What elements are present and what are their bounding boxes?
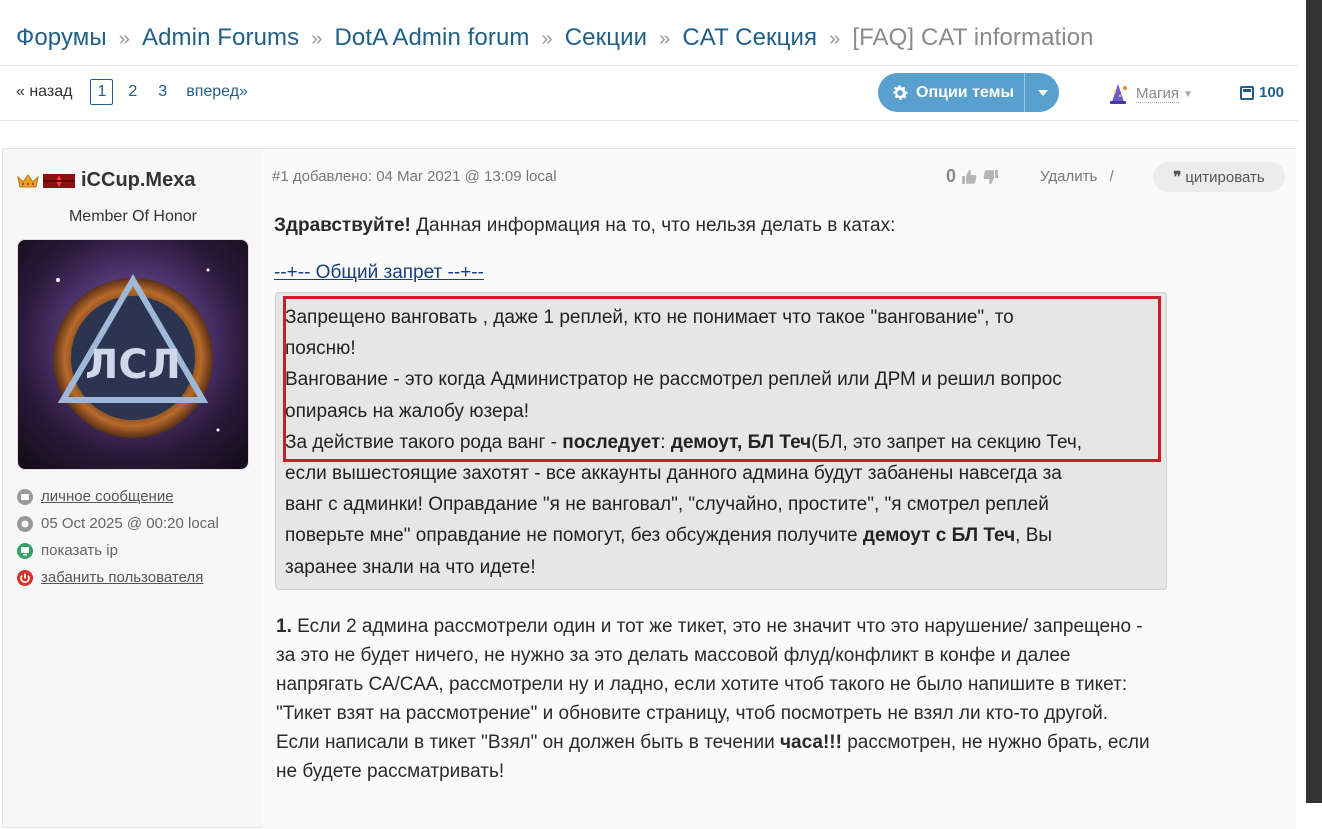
last-seen-text: 05 Oct 2025 @ 00:20 local	[41, 515, 219, 532]
crown-icon	[17, 173, 39, 187]
last-seen-row: 05 Oct 2025 @ 00:20 local	[17, 510, 219, 537]
breadcrumb-item-sections[interactable]: Секции	[565, 24, 647, 51]
message-icon	[17, 488, 33, 505]
pager-forward-link[interactable]: вперед»	[186, 83, 248, 101]
rating-value: 0	[946, 166, 957, 186]
post-meta: #1 добавлено: 04 Mar 2021 @ 13:09 local	[272, 168, 557, 185]
pager-page-1[interactable]: 1	[90, 79, 114, 105]
clan-badge-icon	[43, 173, 75, 188]
window-edge	[1306, 0, 1322, 803]
breadcrumb-separator: »	[829, 28, 841, 50]
highlight-rectangle	[283, 296, 1161, 462]
breadcrumb-separator: »	[311, 28, 323, 50]
text-line: если вышестоящие захотят - все аккаунты …	[285, 463, 1062, 485]
quote-button[interactable]: ❞ цитировать	[1153, 162, 1285, 192]
thumbs-down-icon[interactable]	[982, 168, 1000, 186]
user-info: личное сообщение 05 Oct 2025 @ 00:20 loc…	[17, 483, 219, 591]
pager-page-2[interactable]: 2	[122, 80, 143, 104]
svg-text:ЛСЛ: ЛСЛ	[85, 342, 181, 388]
breadcrumb-separator: »	[541, 28, 553, 50]
avatar-image: ЛСЛ	[18, 240, 248, 469]
show-ip-link[interactable]: показать ip	[41, 542, 118, 559]
clock-icon	[17, 515, 33, 532]
button-divider	[1024, 73, 1025, 112]
spoiler-title-link[interactable]: --+-- Общий запрет --+--	[274, 262, 484, 284]
gear-icon	[893, 84, 908, 100]
greeting-text: Данная информация на то, что нельзя дела…	[410, 215, 896, 236]
pagination: « назад 1 2 3 вперед»	[16, 79, 248, 105]
magic-label: Магия	[1136, 85, 1179, 103]
rule-number: 1.	[276, 616, 292, 637]
delete-link[interactable]: Удалить	[1040, 168, 1097, 185]
breadcrumb-item-dota-admin[interactable]: DotA Admin forum	[334, 24, 529, 51]
bold-text: демоут с БЛ Теч	[862, 525, 1016, 547]
post-greeting: Здравствуйте! Данная информация на то, ч…	[274, 210, 895, 241]
text-line: заранее знали на что идете!	[285, 556, 536, 578]
wizard-icon	[1110, 84, 1127, 104]
breadcrumb-item-admin-forums[interactable]: Admin Forums	[142, 24, 299, 51]
topic-options-button[interactable]: Опции темы	[878, 73, 1059, 112]
monitor-icon	[17, 542, 33, 559]
text-span: поверьте мне" оправдание не помогут, без…	[285, 525, 863, 547]
breadcrumb: Форумы » Admin Forums » DotA Admin forum » Сек…	[16, 24, 1094, 52]
text-span: , Вы	[1015, 525, 1053, 547]
breadcrumb-separator: »	[659, 28, 671, 50]
quote-icon: ❞	[1173, 169, 1182, 186]
ban-row: забанить пользователя	[17, 564, 219, 591]
pm-row: личное сообщение	[17, 483, 219, 510]
divider	[0, 65, 1298, 66]
breadcrumb-item-cat-section[interactable]: CAT Секция	[682, 24, 817, 51]
private-message-link[interactable]: личное сообщение	[41, 488, 174, 505]
divider	[0, 120, 1298, 121]
delete-post: Удалить /	[1040, 168, 1114, 185]
topic-options-label: Опции темы	[916, 83, 1015, 101]
pager-back-link[interactable]: « назад	[16, 83, 72, 101]
breadcrumb-item-forums[interactable]: Форумы	[16, 24, 107, 51]
avatar[interactable]: ЛСЛ	[17, 239, 249, 470]
posts-per-page-value: 100	[1259, 84, 1285, 101]
text-line: ванг с админки! Оправдание "я не вангова…	[285, 494, 1049, 516]
user-title: Member Of Honor	[68, 208, 198, 225]
bold-text: часа!!!	[780, 732, 842, 753]
pager-page-3[interactable]: 3	[152, 80, 173, 104]
chevron-down-icon: ▼	[1182, 88, 1193, 100]
username[interactable]: iCCup.Mexa	[81, 169, 195, 192]
chevron-down-icon[interactable]	[1038, 90, 1048, 96]
show-ip-row: показать ip	[17, 537, 219, 564]
post-rating: 0	[946, 166, 1000, 187]
breadcrumb-separator: »	[118, 28, 130, 50]
posts-per-page[interactable]: 100	[1240, 84, 1284, 101]
ban-user-link[interactable]: забанить пользователя	[41, 569, 203, 586]
quote-label: цитировать	[1185, 168, 1265, 186]
delete-separator: /	[1109, 168, 1114, 185]
text-line: поверьте мне" оправдание не помогут, без…	[285, 520, 1156, 551]
power-icon	[17, 569, 33, 586]
calculator-icon	[1240, 85, 1254, 100]
author-line: iCCup.Mexa	[17, 169, 195, 192]
breadcrumb-current: [FAQ] CAT information	[852, 24, 1094, 51]
magic-dropdown[interactable]: Магия ▼	[1106, 82, 1193, 106]
greeting-bold: Здравствуйте!	[274, 215, 411, 236]
thumbs-up-icon[interactable]	[960, 168, 978, 186]
rule-paragraph-1: 1. Если 2 админа рассмотрели один и тот …	[276, 612, 1156, 786]
